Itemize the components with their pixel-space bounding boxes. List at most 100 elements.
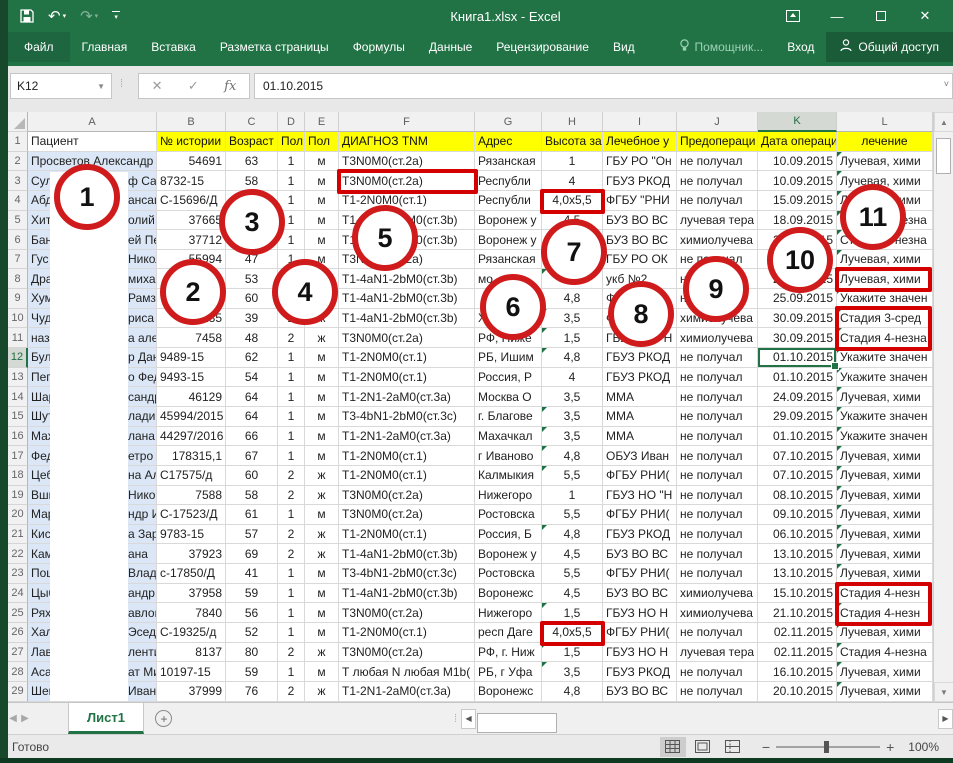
- cell-I19[interactable]: ГБУЗ НО "Н: [603, 486, 677, 506]
- cell-B28[interactable]: 10197-15: [157, 662, 226, 682]
- row-header-23[interactable]: 23: [8, 564, 28, 584]
- cell-G19[interactable]: Нижегоро: [475, 486, 542, 506]
- cell-F28[interactable]: Т любая N любая M1b(: [339, 662, 475, 682]
- cell-G25[interactable]: Нижегоро: [475, 603, 542, 623]
- cell-C21[interactable]: 57: [226, 525, 278, 545]
- cell-I7[interactable]: ГБУ РО ОК: [603, 250, 677, 270]
- cell-H9[interactable]: 4,8: [542, 289, 603, 309]
- cell-F26[interactable]: T1-2N0M0(ст.1): [339, 623, 475, 643]
- scroll-right-icon[interactable]: ▶: [938, 709, 953, 729]
- cell-B21[interactable]: 9783-15: [157, 525, 226, 545]
- cell-K20[interactable]: 09.10.2015: [758, 505, 837, 525]
- cell-F10[interactable]: T1-4aN1-2bM0(ст.3b): [339, 309, 475, 329]
- col-header-L[interactable]: L: [837, 112, 933, 132]
- cell-J4[interactable]: не получал: [677, 191, 758, 211]
- cell-I20[interactable]: ФГБУ РНИ(: [603, 505, 677, 525]
- cell-L14[interactable]: Лучевая, хими: [837, 387, 933, 407]
- cell-K12[interactable]: 01.10.2015: [758, 348, 837, 368]
- cell-D23[interactable]: 1: [278, 564, 305, 584]
- cell-L28[interactable]: Лучевая, хими: [837, 662, 933, 682]
- col-header-C[interactable]: C: [226, 112, 278, 132]
- cell-B5[interactable]: 37665: [157, 211, 226, 231]
- row-header-9[interactable]: 9: [8, 289, 28, 309]
- cell-F19[interactable]: T3N0M0(ст.2а): [339, 486, 475, 506]
- undo-button[interactable]: ↶▾: [48, 9, 66, 24]
- cell-C29[interactable]: 76: [226, 682, 278, 702]
- cell-J23[interactable]: не получал: [677, 564, 758, 584]
- cell-G26[interactable]: респ Даге: [475, 623, 542, 643]
- cell-F13[interactable]: T1-2N0M0(ст.1): [339, 368, 475, 388]
- row-header-10[interactable]: 10: [8, 309, 28, 329]
- formula-bar-expand-icon[interactable]: ˅: [944, 79, 949, 89]
- cell-J16[interactable]: не получал: [677, 427, 758, 447]
- name-box-dropdown-icon[interactable]: ▼: [97, 82, 105, 91]
- save-icon[interactable]: [20, 9, 34, 23]
- tab-view[interactable]: Вид: [601, 32, 647, 62]
- cell-F14[interactable]: T1-2N1-2aM0(ст.3а): [339, 387, 475, 407]
- cell-C11[interactable]: 48: [226, 328, 278, 348]
- row-header-22[interactable]: 22: [8, 544, 28, 564]
- cell-I21[interactable]: ГБУЗ РКОД: [603, 525, 677, 545]
- cell-C27[interactable]: 80: [226, 643, 278, 663]
- cell-K19[interactable]: 08.10.2015: [758, 486, 837, 506]
- cell-D25[interactable]: 1: [278, 603, 305, 623]
- cell-F22[interactable]: T1-4aN1-2bM0(ст.3b): [339, 544, 475, 564]
- cell-H10[interactable]: 3,5: [542, 309, 603, 329]
- cell-E13[interactable]: м: [305, 368, 339, 388]
- cell-F24[interactable]: T1-4aN1-2bM0(ст.3b): [339, 584, 475, 604]
- cell-J28[interactable]: не получал: [677, 662, 758, 682]
- cell-F16[interactable]: T1-2N1-2aM0(ст.3а): [339, 427, 475, 447]
- cell-B29[interactable]: 37999: [157, 682, 226, 702]
- cell-B1[interactable]: № истории: [157, 132, 226, 152]
- cell-C23[interactable]: 41: [226, 564, 278, 584]
- cell-I3[interactable]: ГБУЗ РКОД: [603, 171, 677, 191]
- cell-D3[interactable]: 1: [278, 171, 305, 191]
- cell-C22[interactable]: 69: [226, 544, 278, 564]
- cell-F15[interactable]: T3-4bN1-2bM0(ст.3с): [339, 407, 475, 427]
- cell-L15[interactable]: Укажите значен: [837, 407, 933, 427]
- cell-K11[interactable]: 30.09.2015: [758, 328, 837, 348]
- cell-H16[interactable]: 3,5: [542, 427, 603, 447]
- cell-E29[interactable]: ж: [305, 682, 339, 702]
- cell-B27[interactable]: 8137: [157, 643, 226, 663]
- cell-H21[interactable]: 4,8: [542, 525, 603, 545]
- cell-E12[interactable]: м: [305, 348, 339, 368]
- cell-F12[interactable]: T1-2N0M0(ст.1): [339, 348, 475, 368]
- col-header-I[interactable]: I: [603, 112, 677, 132]
- cell-F1[interactable]: ДИАГНОЗ TNM: [339, 132, 475, 152]
- cell-K25[interactable]: 21.10.2015: [758, 603, 837, 623]
- cell-D27[interactable]: 2: [278, 643, 305, 663]
- cell-G22[interactable]: Воронеж у: [475, 544, 542, 564]
- cell-K16[interactable]: 01.10.2015: [758, 427, 837, 447]
- cell-I5[interactable]: БУЗ ВО ВС: [603, 211, 677, 231]
- cell-D13[interactable]: 1: [278, 368, 305, 388]
- cell-H20[interactable]: 5,5: [542, 505, 603, 525]
- cell-J13[interactable]: не получал: [677, 368, 758, 388]
- tab-insert[interactable]: Вставка: [139, 32, 208, 62]
- tab-file[interactable]: Файл: [8, 32, 70, 62]
- cell-E3[interactable]: м: [305, 171, 339, 191]
- cell-J17[interactable]: не получал: [677, 446, 758, 466]
- cell-B4[interactable]: С-15696/Д: [157, 191, 226, 211]
- maximize-button[interactable]: [859, 0, 903, 32]
- cell-G16[interactable]: Махачкал: [475, 427, 542, 447]
- zoom-out-icon[interactable]: −: [762, 739, 770, 755]
- cell-L29[interactable]: Лучевая, хими: [837, 682, 933, 702]
- cell-D14[interactable]: 1: [278, 387, 305, 407]
- cell-H1[interactable]: Высота за: [542, 132, 603, 152]
- cell-B15[interactable]: 45994/2015: [157, 407, 226, 427]
- cell-E28[interactable]: м: [305, 662, 339, 682]
- cell-K26[interactable]: 02.11.2015: [758, 623, 837, 643]
- cell-H28[interactable]: 3,5: [542, 662, 603, 682]
- cell-H2[interactable]: 1: [542, 152, 603, 172]
- cell-H11[interactable]: 1,5: [542, 328, 603, 348]
- row-header-14[interactable]: 14: [8, 387, 28, 407]
- row-header-29[interactable]: 29: [8, 682, 28, 702]
- col-header-H[interactable]: H: [542, 112, 603, 132]
- cell-G12[interactable]: РБ, Ишим: [475, 348, 542, 368]
- cell-H14[interactable]: 3,5: [542, 387, 603, 407]
- cell-G5[interactable]: Воронеж у: [475, 211, 542, 231]
- customize-qat-button[interactable]: ▾: [112, 11, 120, 21]
- cell-E27[interactable]: ж: [305, 643, 339, 663]
- cell-I4[interactable]: ФГБУ "РНИ: [603, 191, 677, 211]
